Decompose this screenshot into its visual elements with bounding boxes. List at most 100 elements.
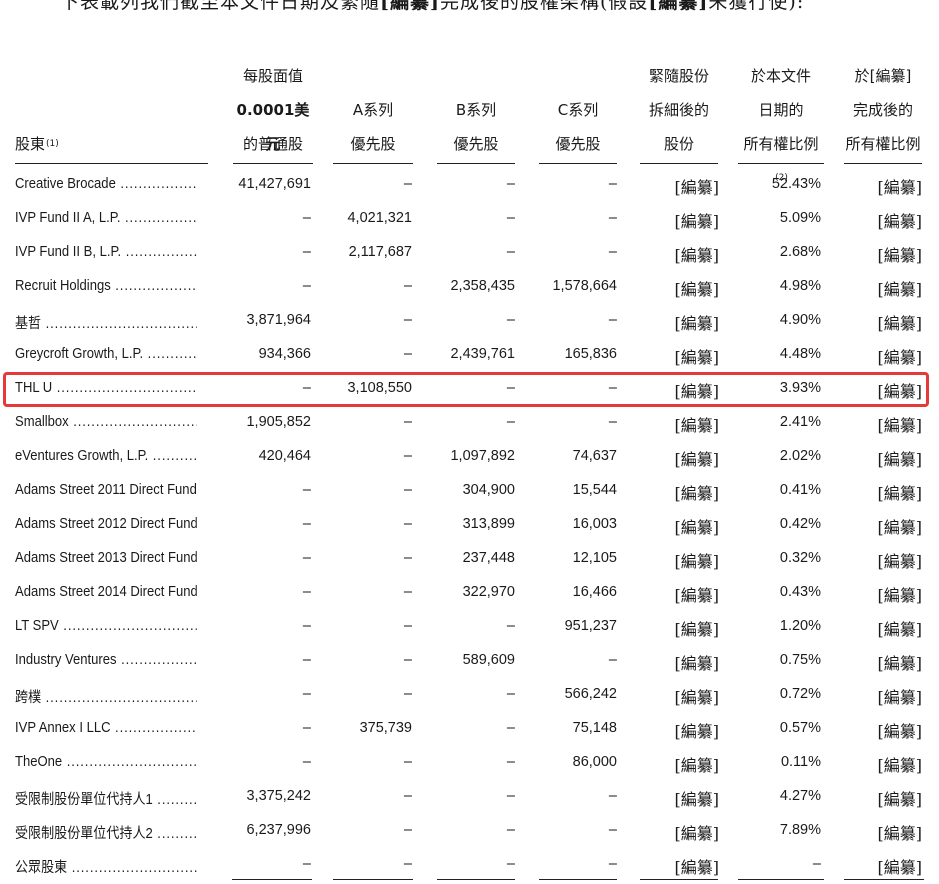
cell-series-c: – [608, 652, 617, 668]
cell-series-c: – [608, 414, 617, 430]
table-bottom-rule [539, 879, 617, 880]
cell-series-b: 2,358,435 [450, 278, 515, 294]
table-row: 基哲 3,871,964 – – – [編纂] 4.90% [編纂] [0, 304, 939, 338]
header-ownership-after-line-3: 所有權比例 [845, 135, 921, 153]
cell-series-b: – [506, 822, 515, 838]
header-post-split-line-1: 緊隨股份 [648, 67, 709, 85]
cell-shareholder-name: Adams Street 2012 Direct Fund LP [15, 516, 197, 532]
cell-series-a: 375,739 [359, 720, 412, 736]
cell-post-split: [編纂] [674, 620, 720, 639]
cell-series-c: – [608, 856, 617, 872]
cell-series-c: 566,242 [564, 686, 617, 702]
cell-ordinary-shares: – [302, 856, 311, 872]
header-series-c-line-2: 優先股 [555, 135, 601, 153]
header-ownership-now-line-1: 於本文件 [750, 67, 811, 85]
header-underline [333, 163, 413, 164]
cell-ownership-now: 0.11% [780, 754, 821, 770]
cell-post-split: [編纂] [674, 246, 720, 265]
table-bottom-rule [844, 879, 924, 880]
header-series-c: C系列 優先股 [539, 93, 617, 164]
cell-series-b: – [506, 618, 515, 634]
cell-ownership-after: [編纂] [877, 518, 923, 537]
cell-ownership-after: [編纂] [877, 178, 923, 197]
cell-shareholder-name: Adams Street 2011 Direct Fund LP [15, 482, 197, 498]
cell-series-a: – [403, 516, 412, 532]
cell-series-b: – [506, 720, 515, 736]
cell-shareholder-name: Greycroft Growth, L.P. [15, 346, 197, 362]
cell-ownership-now: 0.75% [779, 652, 821, 668]
cell-series-c: – [608, 822, 617, 838]
cell-ownership-now: 2.41% [779, 414, 821, 430]
cell-series-c: 74,637 [572, 448, 617, 464]
header-ordinary-line-2: 0.0001美元 [236, 101, 310, 153]
header-underline [437, 163, 515, 164]
cell-series-c: – [608, 788, 617, 804]
cell-shareholder-name: Smallbox [15, 414, 197, 430]
cell-ordinary-shares: 3,375,242 [246, 788, 311, 804]
cell-ordinary-shares: 420,464 [258, 448, 311, 464]
cell-series-c: 86,000 [572, 754, 617, 770]
header-ordinary-line-1: 每股面值 [242, 67, 303, 85]
cell-series-a: – [403, 652, 412, 668]
cell-ownership-now: 0.43% [779, 584, 821, 600]
cell-ownership-after: [編纂] [877, 824, 923, 843]
cell-ownership-after: [編纂] [877, 586, 923, 605]
cell-series-c: – [608, 312, 617, 328]
cell-series-a: – [403, 278, 412, 294]
cell-ownership-now: 0.32% [779, 550, 821, 566]
header-underline [15, 163, 208, 164]
cell-post-split: [編纂] [674, 722, 720, 741]
cell-series-b: – [506, 754, 515, 770]
cell-ownership-after: [編纂] [877, 416, 923, 435]
table-row: IVP Fund II B, L.P. – 2,117,687 – – [編纂] 2.68%… [0, 236, 939, 270]
cell-post-split: [編纂] [674, 348, 720, 367]
table-row: Creative Brocade 41,427,691 – – – [編纂] 52.43% [… [0, 168, 939, 202]
cell-ordinary-shares: – [302, 618, 311, 634]
cell-ordinary-shares: – [302, 652, 311, 668]
header-series-a-line-1: A系列 [352, 101, 394, 119]
cell-series-a: – [403, 822, 412, 838]
cell-ownership-after: [編纂] [877, 280, 923, 299]
header-shareholder-label: 股東 [15, 135, 46, 153]
cell-series-a: – [403, 584, 412, 600]
cell-post-split: [編纂] [674, 756, 720, 775]
table-row: Adams Street 2013 Direct Fund LP – – 237,44… [0, 542, 939, 576]
cell-shareholder-name: Industry Ventures [15, 652, 197, 668]
table-bottom-rule [437, 879, 515, 880]
table-row: Adams Street 2014 Direct Fund LP – – 322,97… [0, 576, 939, 610]
header-series-b-line-1: B系列 [455, 101, 497, 119]
cell-series-c: 1,578,664 [552, 278, 617, 294]
cell-ownership-after: [編纂] [877, 620, 923, 639]
cell-series-a: – [403, 550, 412, 566]
table-row: IVP Annex I LLC – 375,739 – 75,148 [編纂] 0.57% [… [0, 712, 939, 746]
cell-ownership-after: [編纂] [877, 722, 923, 741]
table-row: Industry Ventures – – 589,609 – [編纂] 0.75% [編纂] [0, 644, 939, 678]
header-underline [640, 163, 718, 164]
cell-ownership-after: [編纂] [877, 450, 923, 469]
cell-shareholder-name: IVP Fund II A, L.P. [15, 210, 197, 226]
cell-shareholder-name: TheOne [15, 754, 197, 770]
table-row: Smallbox 1,905,852 – – – [編纂] 2.41% [編纂] [0, 406, 939, 440]
cell-series-c: 16,466 [572, 584, 617, 600]
intro-redacted-2: [編纂] [648, 0, 709, 13]
intro-redacted-1: [編纂] [380, 0, 440, 13]
cell-ownership-now: 2.02% [779, 448, 821, 464]
cell-post-split: [編纂] [674, 586, 720, 605]
cell-series-c: 165,836 [564, 346, 617, 362]
header-series-b: B系列 優先股 [437, 93, 515, 164]
cell-ordinary-shares: 3,871,964 [246, 312, 311, 328]
cell-ownership-after: [編纂] [877, 348, 923, 367]
header-series-c-line-1: C系列 [557, 101, 599, 119]
table-bottom-rule [738, 879, 824, 880]
highlight-box [3, 372, 929, 407]
cell-ordinary-shares: – [302, 278, 311, 294]
cell-ordinary-shares: – [302, 584, 311, 600]
cell-ordinary-shares: 1,905,852 [246, 414, 311, 430]
table-bottom-rule [333, 879, 413, 880]
header-shareholder: 股東(1) [15, 127, 208, 164]
cell-ordinary-shares: 41,427,691 [238, 176, 311, 192]
cell-ordinary-shares: – [302, 550, 311, 566]
cell-series-b: 1,097,892 [450, 448, 515, 464]
table-bottom-rule [232, 879, 312, 880]
cell-ownership-after: [編纂] [877, 484, 923, 503]
